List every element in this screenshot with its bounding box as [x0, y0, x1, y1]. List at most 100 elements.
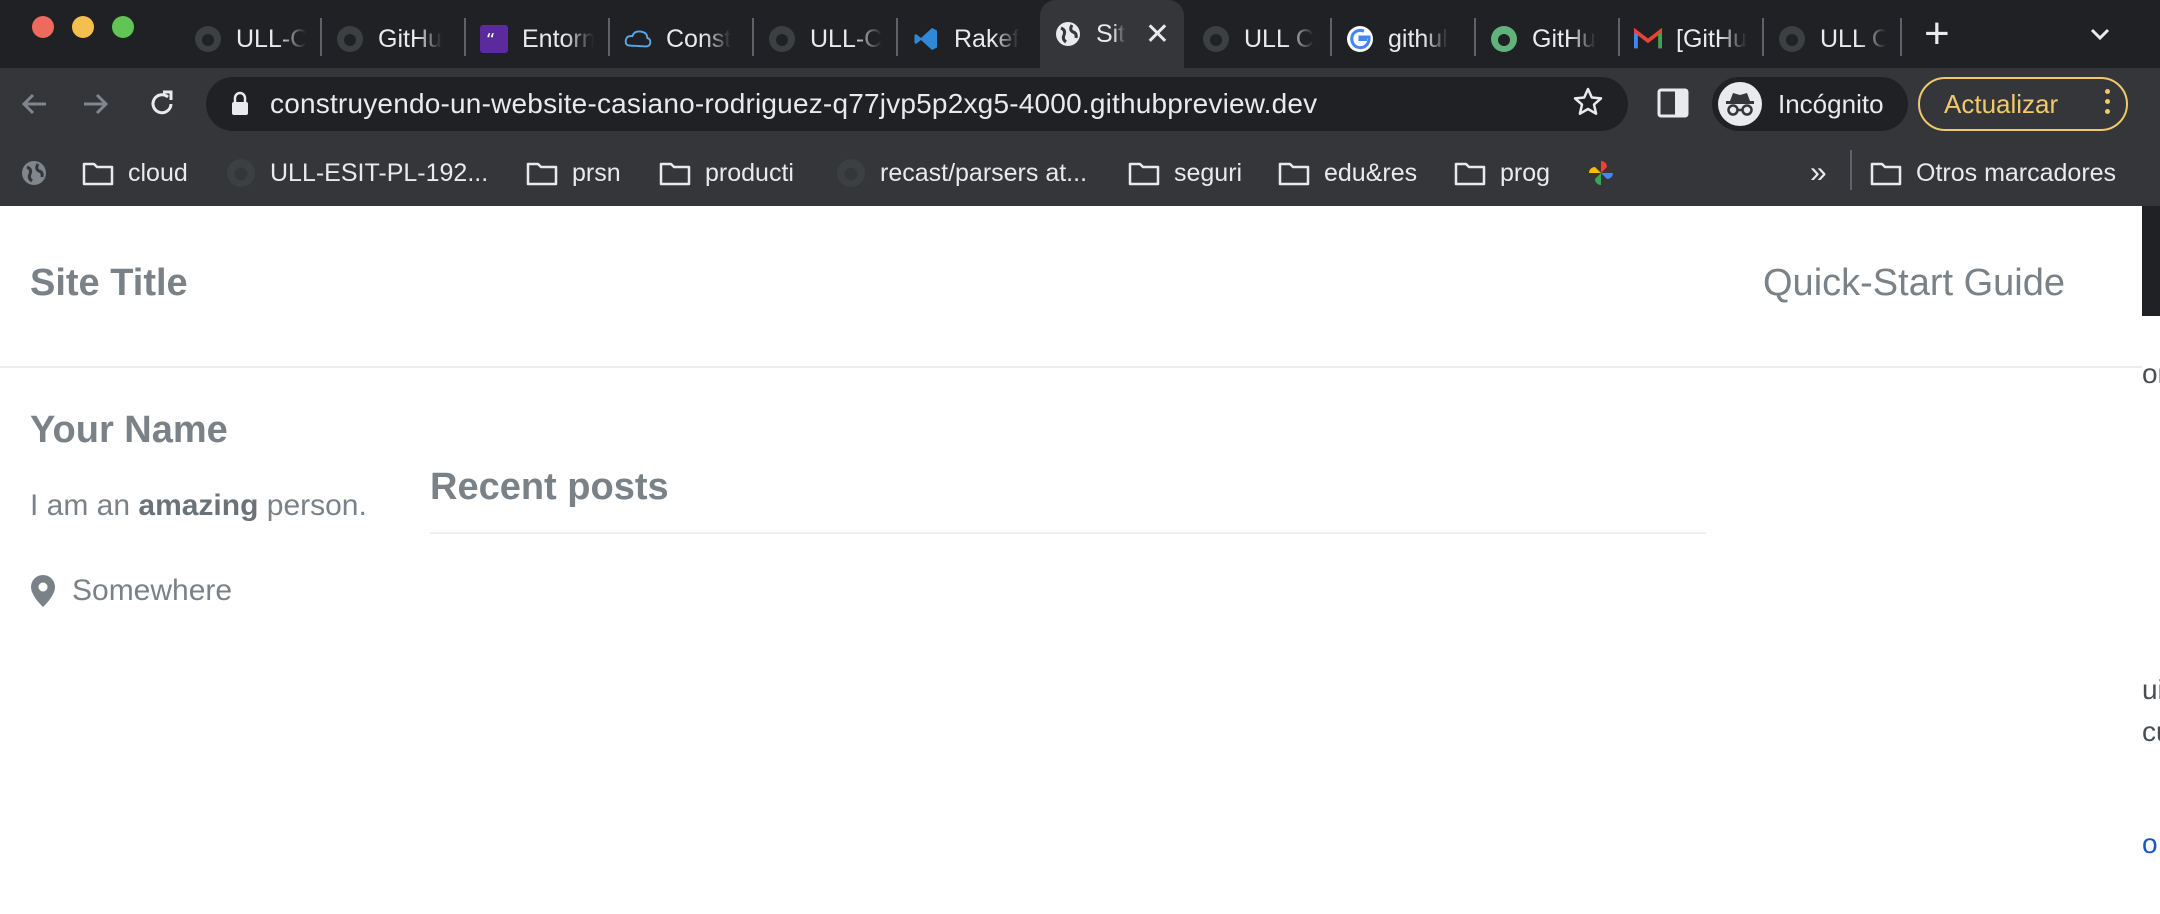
bio-emphasis: amazing	[138, 489, 259, 522]
more-vert-icon[interactable]	[2105, 89, 2110, 114]
tab-title: ULL C	[1244, 24, 1314, 53]
tab-5[interactable]: ULL-C	[754, 10, 896, 68]
folder-icon	[659, 162, 691, 186]
folder-icon	[82, 162, 114, 186]
url-text: construyendo-un-website-casiano-rodrigue…	[270, 88, 1318, 119]
tab-3[interactable]: “ Entorn	[466, 10, 608, 68]
tab-title: Const	[666, 24, 732, 53]
globe-icon	[22, 161, 46, 185]
bookmark-item[interactable]	[20, 154, 48, 192]
new-tab-button[interactable]: +	[1924, 8, 1950, 60]
bookmarks-overflow-button[interactable]: »	[1810, 154, 1827, 192]
tab-separator	[1900, 18, 1902, 56]
tab-strip: ULL-C GitHu “ Entorn Const ULL-C Rakef S…	[0, 0, 2160, 68]
site-title-link[interactable]: Site Title	[30, 262, 188, 305]
tab-9[interactable]: githul	[1332, 10, 1474, 68]
bookmark-label: seguri	[1174, 158, 1243, 187]
svg-text:“: “	[486, 30, 495, 51]
tab-4[interactable]: Const	[610, 10, 752, 68]
tab-6[interactable]: Rakef	[898, 10, 1036, 68]
google-icon	[1346, 25, 1374, 53]
bookmark-folder-seguri[interactable]: seguri	[1128, 154, 1242, 192]
back-button[interactable]	[12, 82, 56, 126]
tab-title: ULL-C	[236, 24, 306, 53]
github-icon	[1778, 25, 1806, 53]
browser-toolbar: construyendo-un-website-casiano-rodrigue…	[0, 68, 2160, 140]
gmail-icon	[1634, 25, 1662, 53]
bookmark-folder-cloud[interactable]: cloud	[82, 154, 188, 192]
author-bio: I am an amazing person.	[30, 489, 367, 523]
tab-8[interactable]: ULL C	[1188, 10, 1330, 68]
tab-title: GitHu	[1532, 24, 1596, 53]
location-text: Somewhere	[72, 574, 233, 607]
github-icon	[194, 25, 222, 53]
bookmark-label: edu&res	[1324, 158, 1418, 187]
star-icon	[1573, 87, 1603, 115]
bookmark-recast-parsers[interactable]: recast/parsers at...	[836, 154, 1087, 192]
arrow-right-icon	[84, 93, 109, 115]
tab-list: ULL-C GitHu “ Entorn Const ULL-C Rakef S…	[180, 0, 1902, 68]
author-location: Somewhere	[30, 574, 232, 608]
background-window-text: cu	[2142, 716, 2160, 747]
bookmark-ull-esit[interactable]: ULL-ESIT-PL-192...	[226, 154, 488, 192]
tab-title: Entorn	[522, 24, 594, 53]
github-icon	[837, 159, 865, 187]
close-tab-icon[interactable]: ✕	[1145, 17, 1170, 52]
bookmark-star-button[interactable]	[1572, 86, 1604, 123]
bookmarks-bar: cloud ULL-ESIT-PL-192... prsn producti r…	[0, 140, 2160, 206]
tab-title: [GitHu	[1676, 24, 1747, 53]
bookmark-label: producti	[705, 158, 794, 187]
tab-active[interactable]: Sit ✕	[1040, 0, 1184, 68]
tab-title: GitHu	[378, 24, 442, 53]
address-bar[interactable]: construyendo-un-website-casiano-rodrigue…	[206, 77, 1628, 131]
incognito-label: Incógnito	[1778, 88, 1884, 119]
tab-title: Sit	[1096, 19, 1126, 48]
update-browser-button[interactable]: Actualizar	[1918, 77, 2128, 131]
site-header: Site Title Quick-Start Guide	[0, 206, 2142, 368]
bookmark-folder-edures[interactable]: edu&res	[1278, 154, 1417, 192]
close-window-button[interactable]	[32, 16, 54, 38]
quote-app-icon: “	[480, 25, 508, 53]
bio-text: I am an	[30, 489, 139, 522]
quick-start-guide-link[interactable]: Quick-Start Guide	[1763, 262, 2065, 305]
minimize-window-button[interactable]	[72, 16, 94, 38]
heading-divider	[430, 532, 1706, 534]
github-green-icon	[1490, 25, 1518, 53]
bookmark-item[interactable]	[1586, 154, 1616, 192]
folder-icon	[1870, 162, 1902, 186]
update-label: Actualizar	[1944, 88, 2059, 119]
vscode-icon	[912, 25, 940, 53]
side-panel-button[interactable]	[1656, 86, 1690, 125]
web-page: Site Title Quick-Start Guide Your Name I…	[0, 206, 2142, 914]
overflow-label: »	[1810, 156, 1827, 189]
incognito-profile-button[interactable]: Incógnito	[1712, 77, 1908, 131]
github-icon	[227, 159, 255, 187]
tab-12[interactable]: ULL C	[1764, 10, 1900, 68]
bio-text: person.	[258, 489, 367, 522]
bookmark-folder-prsn[interactable]: prsn	[526, 154, 621, 192]
tab-11[interactable]: [GitHu	[1620, 10, 1762, 68]
tab-10[interactable]: GitHu	[1476, 10, 1618, 68]
tab-2[interactable]: GitHu	[322, 10, 464, 68]
bookmark-label: prog	[1500, 158, 1551, 187]
incognito-icon	[1718, 82, 1762, 126]
reload-button[interactable]	[140, 82, 184, 126]
bookmark-label: cloud	[128, 158, 188, 187]
tab-search-button[interactable]	[2086, 20, 2114, 53]
folder-icon	[1454, 162, 1486, 186]
background-window-text: ui	[2142, 674, 2160, 705]
tab-title: ULL C	[1820, 24, 1886, 53]
github-icon	[1202, 25, 1230, 53]
chevron-down-icon	[2090, 28, 2110, 41]
tab-1[interactable]: ULL-C	[180, 10, 320, 68]
folder-icon	[526, 162, 558, 186]
bookmark-label: recast/parsers at...	[880, 158, 1088, 187]
bookmark-folder-prog[interactable]: prog	[1454, 154, 1550, 192]
bookmark-label: ULL-ESIT-PL-192...	[270, 158, 489, 187]
bookmark-folder-producti[interactable]: producti	[659, 154, 794, 192]
background-window-edge	[2142, 206, 2160, 316]
other-bookmarks-folder[interactable]: Otros marcadores	[1870, 154, 2116, 192]
forward-button[interactable]	[74, 82, 118, 126]
maximize-window-button[interactable]	[112, 16, 134, 38]
cloud-icon	[624, 25, 652, 53]
